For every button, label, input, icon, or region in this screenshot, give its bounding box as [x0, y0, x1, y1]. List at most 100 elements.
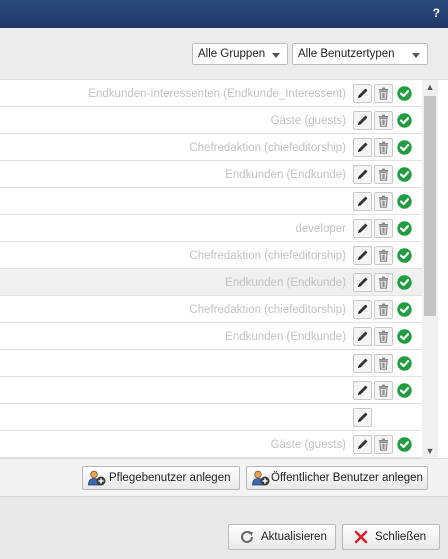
add-user-icon: [252, 470, 270, 489]
edit-button[interactable]: [353, 138, 372, 157]
list-row[interactable]: Endkunden (Endkunde): [0, 323, 422, 350]
edit-button[interactable]: [353, 246, 372, 265]
edit-button[interactable]: [353, 354, 372, 373]
delete-button[interactable]: [374, 192, 393, 211]
list-row[interactable]: Endkunden-Interessenten (Endkunde_Intere…: [0, 80, 422, 107]
activate-button[interactable]: [395, 354, 414, 373]
delete-button[interactable]: [374, 246, 393, 265]
list-row[interactable]: Chefredaktion (chiefeditorship): [0, 296, 422, 323]
activate-button[interactable]: [395, 138, 414, 157]
list-row[interactable]: [0, 350, 422, 377]
edit-button[interactable]: [353, 435, 372, 454]
create-user-bar: Pflegebenutzer anlegen Öffentlicher Benu…: [0, 458, 448, 496]
delete-button[interactable]: [374, 300, 393, 319]
edit-button[interactable]: [353, 219, 372, 238]
activate-button[interactable]: [395, 84, 414, 103]
delete-button[interactable]: [374, 435, 393, 454]
check-circle-icon: [395, 111, 414, 130]
trash-icon: [375, 328, 392, 345]
delete-button[interactable]: [374, 165, 393, 184]
check-circle-icon: [395, 381, 414, 400]
check-circle-icon: [395, 219, 414, 238]
list-row[interactable]: Endkunden (Endkunde): [0, 161, 422, 188]
activate-button[interactable]: [395, 192, 414, 211]
activate-button[interactable]: [395, 165, 414, 184]
delete-button[interactable]: [374, 354, 393, 373]
list-row[interactable]: [0, 404, 422, 431]
delete-button[interactable]: [374, 219, 393, 238]
trash-icon: [375, 220, 392, 237]
delete-button[interactable]: [374, 138, 393, 157]
list-row[interactable]: Chefredaktion (chiefeditorship): [0, 134, 422, 161]
trash-icon: [375, 85, 392, 102]
list-row[interactable]: Gäste (guests): [0, 431, 422, 458]
dialog-footer: Aktualisieren Schließen: [0, 496, 448, 559]
usertype-filter-select[interactable]: Alle Benutzertypen: [292, 43, 428, 65]
pencil-icon: [354, 355, 371, 372]
row-group-label: Gäste (guests): [270, 439, 346, 451]
delete-button[interactable]: [374, 84, 393, 103]
activate-button[interactable]: [395, 381, 414, 400]
edit-button[interactable]: [353, 327, 372, 346]
trash-icon: [375, 274, 392, 291]
edit-button[interactable]: [353, 381, 372, 400]
trash-icon: [375, 166, 392, 183]
group-filter-select[interactable]: Alle Gruppen: [192, 43, 288, 65]
pencil-icon: [354, 85, 371, 102]
activate-button[interactable]: [395, 111, 414, 130]
add-public-user-button[interactable]: Öffentlicher Benutzer anlegen: [246, 466, 428, 490]
trash-icon: [375, 247, 392, 264]
add-public-user-label: Öffentlicher Benutzer anlegen: [271, 472, 423, 484]
activate-button[interactable]: [395, 300, 414, 319]
refresh-button[interactable]: Aktualisieren: [228, 524, 336, 550]
activate-button[interactable]: [395, 327, 414, 346]
scroll-up-arrow-icon[interactable]: ▲: [422, 80, 438, 94]
delete-button[interactable]: [374, 327, 393, 346]
activate-button[interactable]: [395, 246, 414, 265]
list-row[interactable]: developer: [0, 215, 422, 242]
trash-icon: [375, 301, 392, 318]
help-icon[interactable]: ?: [433, 6, 440, 20]
trash-icon: [375, 112, 392, 129]
activate-button[interactable]: [395, 435, 414, 454]
refresh-label: Aktualisieren: [261, 531, 327, 543]
pencil-icon: [354, 328, 371, 345]
scrollbar-thumb[interactable]: [424, 96, 436, 316]
chevron-down-icon: [412, 53, 420, 58]
pencil-icon: [354, 220, 371, 237]
delete-button[interactable]: [374, 111, 393, 130]
add-user-icon: [88, 470, 106, 489]
check-circle-icon: [395, 327, 414, 346]
check-circle-icon: [395, 273, 414, 292]
edit-button[interactable]: [353, 165, 372, 184]
check-circle-icon: [395, 300, 414, 319]
edit-button[interactable]: [353, 273, 372, 292]
check-circle-icon: [395, 192, 414, 211]
edit-button[interactable]: [353, 111, 372, 130]
close-x-icon: [353, 529, 369, 548]
pencil-icon: [354, 247, 371, 264]
row-group-label: Endkunden (Endkunde): [225, 169, 346, 181]
activate-button[interactable]: [395, 273, 414, 292]
list-row[interactable]: Endkunden (Endkunde): [0, 269, 422, 296]
delete-button[interactable]: [374, 273, 393, 292]
edit-button[interactable]: [353, 408, 372, 427]
delete-button[interactable]: [374, 381, 393, 400]
edit-button[interactable]: [353, 84, 372, 103]
trash-icon: [375, 193, 392, 210]
activate-button[interactable]: [395, 219, 414, 238]
list-row[interactable]: [0, 377, 422, 404]
scroll-down-arrow-icon[interactable]: ▼: [422, 444, 438, 458]
trash-icon: [375, 436, 392, 453]
list-scrollbar[interactable]: ▲ ▼: [422, 80, 438, 458]
list-row[interactable]: Gäste (guests): [0, 107, 422, 134]
list-row[interactable]: Chefredaktion (chiefeditorship): [0, 242, 422, 269]
list-row[interactable]: [0, 188, 422, 215]
edit-button[interactable]: [353, 300, 372, 319]
check-circle-icon: [395, 165, 414, 184]
close-button[interactable]: Schließen: [342, 524, 440, 550]
row-group-label: Endkunden (Endkunde): [225, 277, 346, 289]
add-maintenance-user-button[interactable]: Pflegebenutzer anlegen: [82, 466, 240, 490]
edit-button[interactable]: [353, 192, 372, 211]
check-circle-icon: [395, 354, 414, 373]
